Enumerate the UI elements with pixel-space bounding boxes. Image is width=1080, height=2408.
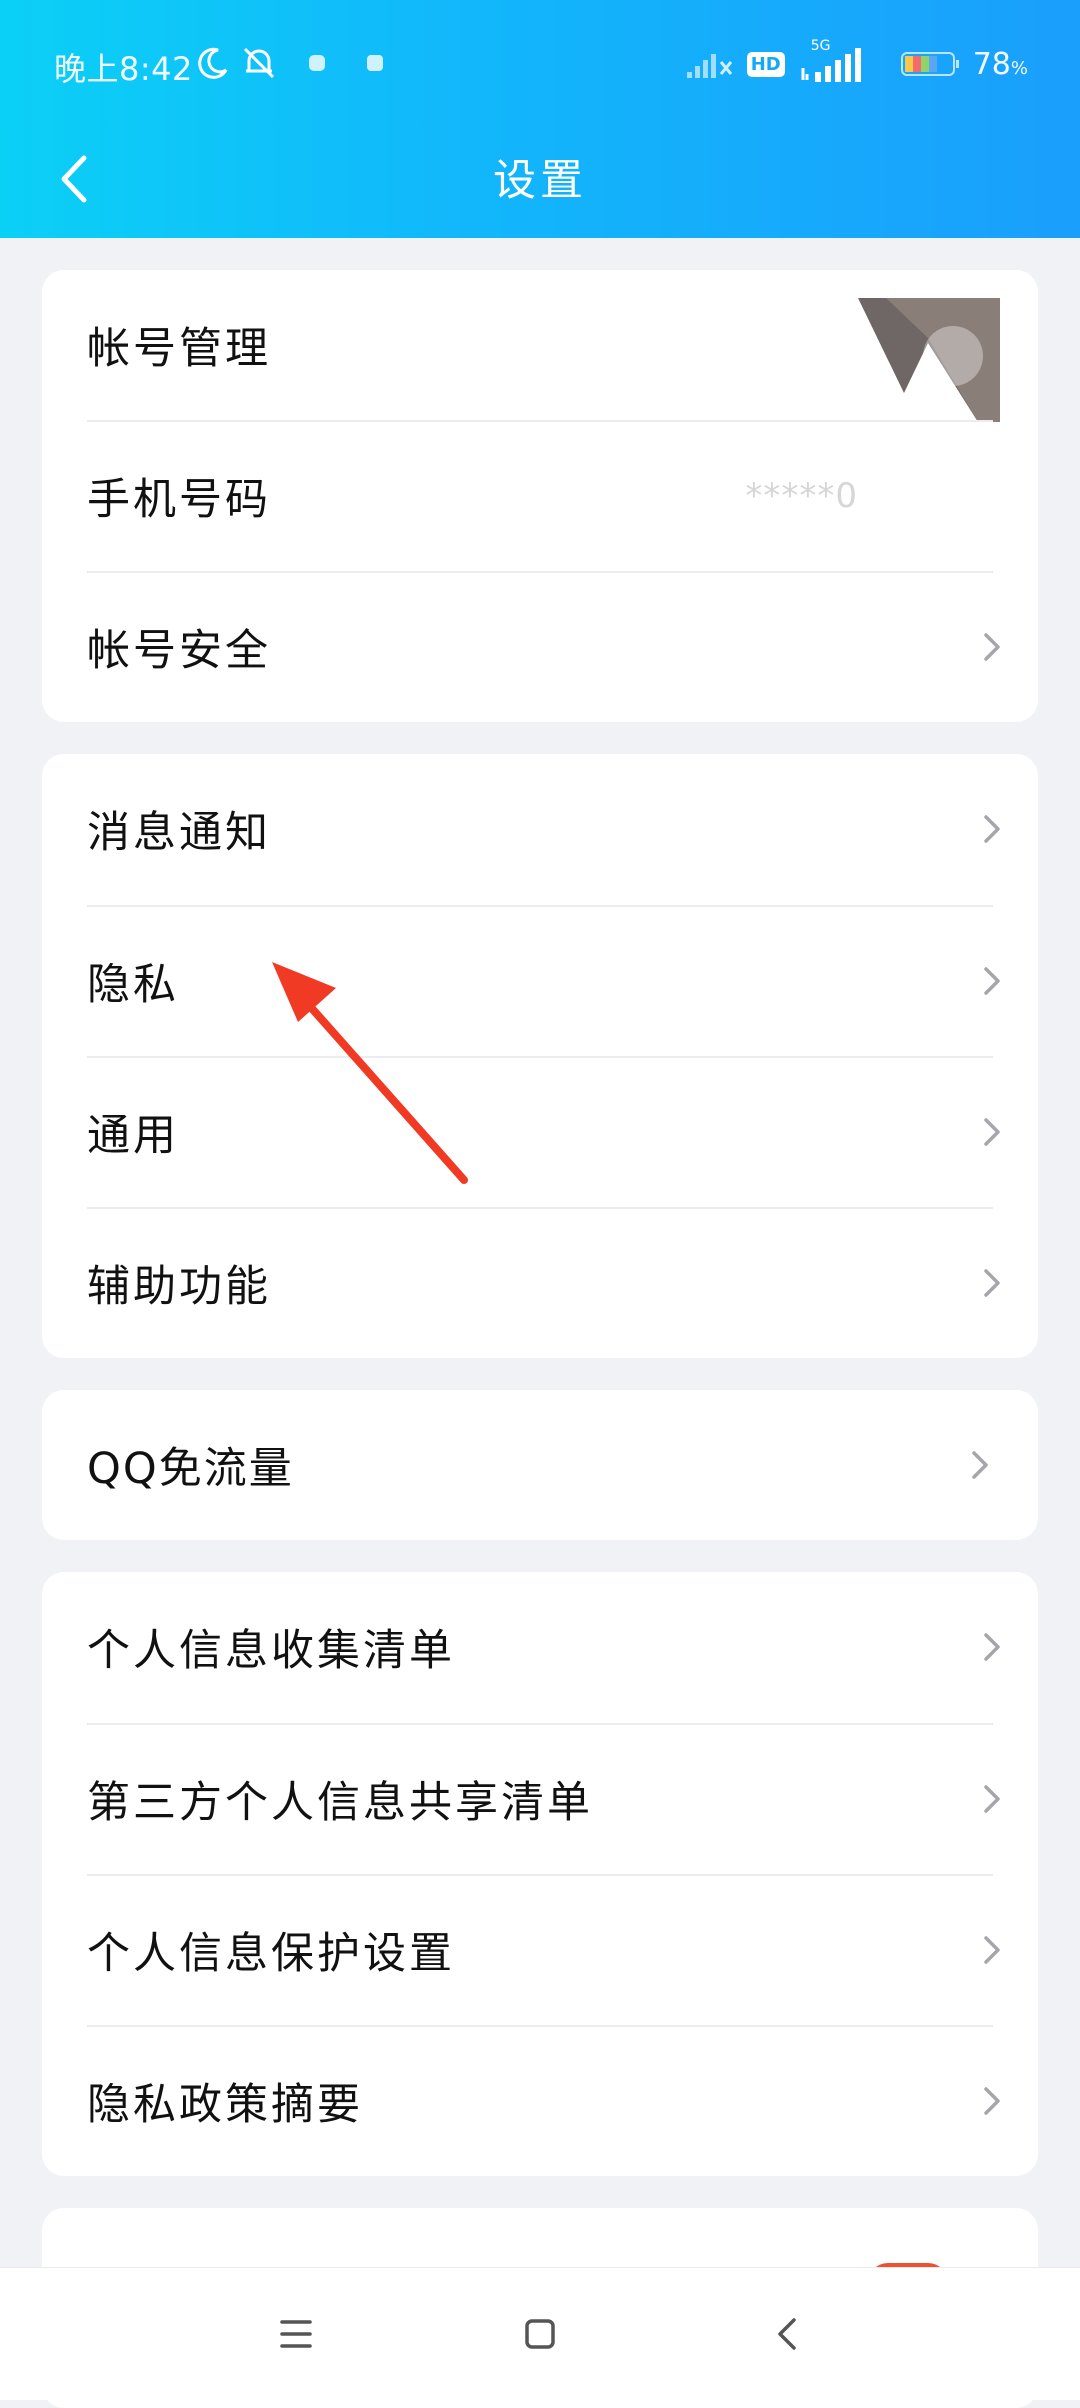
home-square-icon <box>525 2319 555 2349</box>
settings-row-phone-number[interactable]: 手机号码 *****0 <box>42 421 1038 571</box>
chevron-right-icon <box>984 633 1000 661</box>
nav-back-button[interactable] <box>748 2294 828 2374</box>
chevron-right-icon <box>984 2087 1000 2115</box>
page-title: 设置 <box>493 156 587 206</box>
status-icons-left <box>196 44 386 82</box>
row-label: 第三方个人信息共享清单 <box>87 1778 593 1828</box>
status-bar: 晚上8:42 HD 5G 78% <box>0 0 1080 130</box>
signal-bars-icon <box>801 48 861 82</box>
row-label: 个人信息保护设置 <box>87 1929 455 1979</box>
settings-row-accessibility[interactable]: 辅助功能 <box>42 1208 1038 1358</box>
battery-icon <box>900 52 959 76</box>
chevron-right-icon <box>984 1633 1000 1661</box>
system-navigation-bar <box>0 2267 1080 2400</box>
battery-value: 78 <box>972 46 1011 82</box>
chevron-right-icon <box>984 1118 1000 1146</box>
settings-group-personal-info: 个人信息收集清单 第三方个人信息共享清单 个人信息保护设置 隐私政策摘要 <box>42 1572 1038 2176</box>
battery-unit: % <box>1010 57 1028 79</box>
moon-icon <box>198 47 228 79</box>
chevron-right-icon <box>984 967 1000 995</box>
row-label: 辅助功能 <box>87 1262 271 1312</box>
settings-row-qq-free-data[interactable]: QQ免流量 <box>42 1390 1038 1540</box>
battery-level: 78% <box>973 47 1028 82</box>
back-triangle-icon <box>778 2318 796 2350</box>
settings-row-notifications[interactable]: 消息通知 <box>42 754 1038 904</box>
row-label: 手机号码 <box>87 475 271 525</box>
chevron-right-icon <box>984 1785 1000 1813</box>
row-label: 帐号管理 <box>87 324 271 374</box>
app-notification-icon <box>309 55 325 71</box>
phone-number-value: *****0 <box>745 476 858 516</box>
settings-row-privacy[interactable]: 隐私 <box>42 906 1038 1056</box>
settings-group-account: 帐号管理 手机号码 *****0 帐号安全 <box>42 270 1038 722</box>
settings-group-data-saver: QQ免流量 <box>42 1390 1038 1540</box>
settings-row-info-collection-list[interactable]: 个人信息收集清单 <box>42 1572 1038 1722</box>
settings-row-general[interactable]: 通用 <box>42 1057 1038 1207</box>
settings-row-account-security[interactable]: 帐号安全 <box>42 572 1038 722</box>
row-label: 通用 <box>87 1111 179 1161</box>
title-bar: 设置 <box>0 130 1080 238</box>
chevron-right-icon <box>984 815 1000 843</box>
avatar[interactable] <box>858 298 1000 422</box>
nav-home-button[interactable] <box>500 2294 580 2374</box>
signal-5g: 5G <box>799 38 869 84</box>
settings-row-info-protection-settings[interactable]: 个人信息保护设置 <box>42 1875 1038 2025</box>
app-notification-icon <box>367 55 383 71</box>
status-time: 晚上8:42 <box>54 50 193 88</box>
hd-badge: HD <box>746 51 785 77</box>
mute-bell-icon <box>243 47 275 79</box>
row-label: 消息通知 <box>87 808 271 858</box>
row-label: QQ免流量 <box>87 1444 294 1494</box>
status-icons-right: HD 5G 78% <box>685 38 1028 84</box>
settings-row-account-management[interactable]: 帐号管理 <box>42 270 1038 422</box>
row-label: 个人信息收集清单 <box>87 1626 455 1676</box>
chevron-right-icon <box>984 1269 1000 1297</box>
row-label: 帐号安全 <box>87 626 271 676</box>
chevron-right-icon <box>984 1936 1000 1964</box>
chevron-right-icon <box>972 1451 988 1479</box>
row-label: 隐私 <box>87 960 179 1010</box>
menu-icon <box>280 2320 312 2348</box>
row-label: 隐私政策摘要 <box>87 2080 363 2130</box>
settings-row-third-party-sharing-list[interactable]: 第三方个人信息共享清单 <box>42 1724 1038 1874</box>
settings-row-privacy-policy-summary[interactable]: 隐私政策摘要 <box>42 2026 1038 2176</box>
settings-group-general: 消息通知 隐私 通用 辅助功能 <box>42 754 1038 1358</box>
nav-menu-button[interactable] <box>256 2294 336 2374</box>
signal-no-service-icon <box>686 54 732 78</box>
app-header: 晚上8:42 HD 5G 78% 设置 <box>0 0 1080 238</box>
